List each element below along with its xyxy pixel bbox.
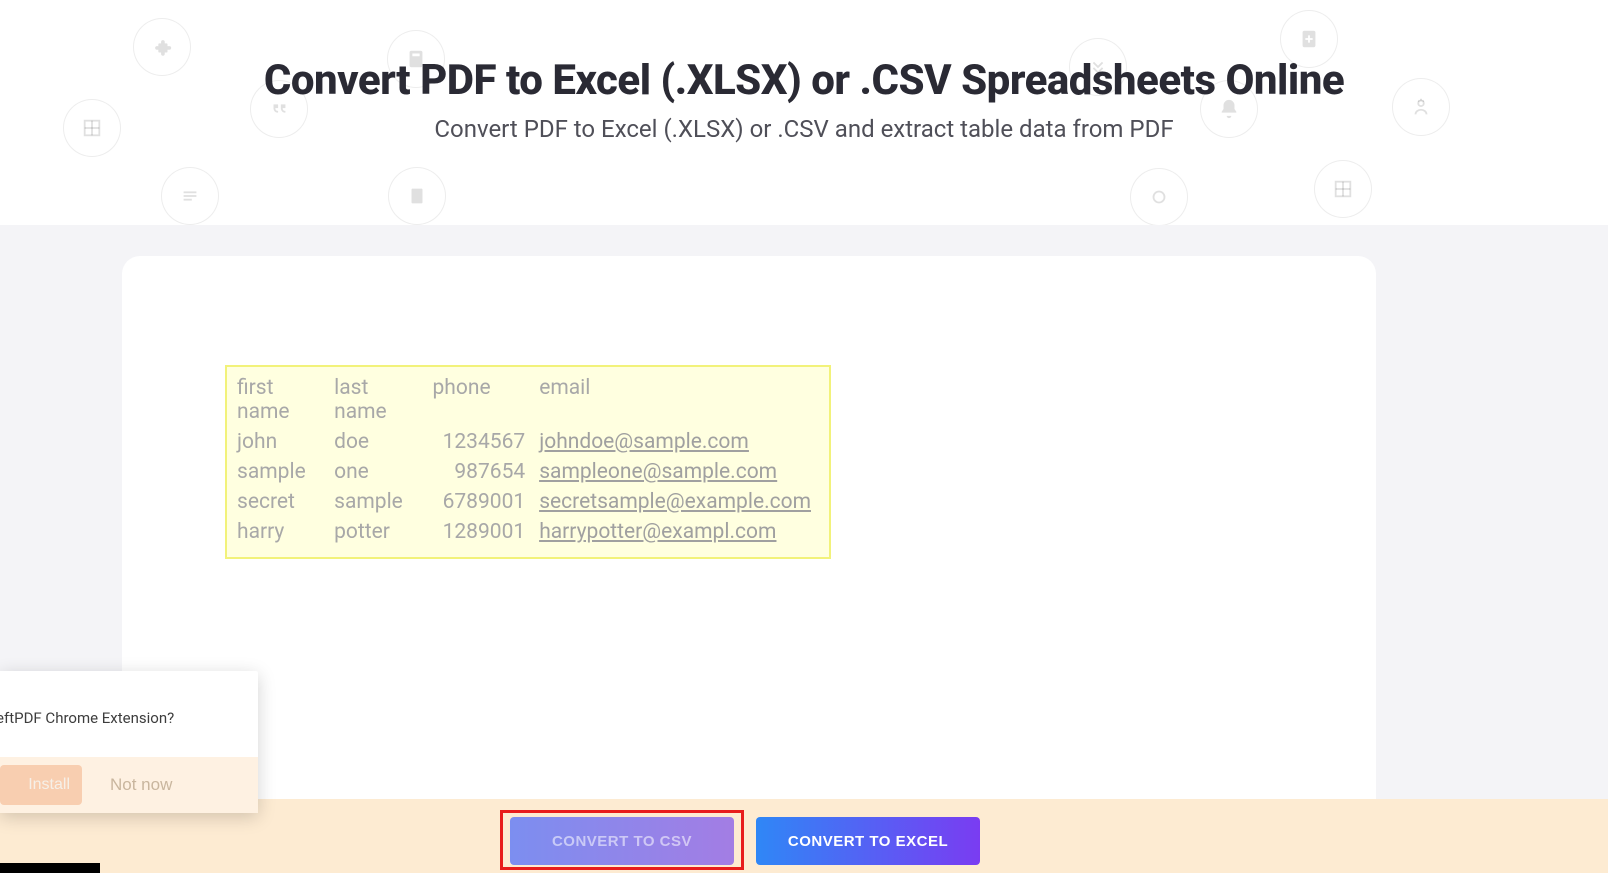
cell-last-name: one	[334, 457, 432, 487]
table-header-row: first name last name phone email	[237, 373, 819, 427]
cell-last-name: sample	[334, 487, 432, 517]
cell-first-name: sample	[237, 457, 334, 487]
cell-first-name: john	[237, 427, 334, 457]
cell-phone: 1289001	[433, 517, 540, 547]
chrome-extension-popup: Install DeftPDF Chrome Extension? Instal…	[0, 671, 258, 813]
extension-popup-buttons: Install Not now	[0, 757, 258, 813]
taskbar-fragment	[0, 863, 100, 873]
cell-first-name: harry	[237, 517, 334, 547]
grid2-icon	[1314, 160, 1372, 218]
table-row: sampleone987654sampleone@sample.com	[237, 457, 819, 487]
page-subtitle: Convert PDF to Excel (.XLSX) or .CSV and…	[0, 115, 1608, 143]
col-header-phone: phone	[433, 373, 540, 427]
cell-phone: 1234567	[433, 427, 540, 457]
table-row: secretsample6789001secretsample@example.…	[237, 487, 819, 517]
extension-not-now-button[interactable]: Not now	[110, 775, 172, 795]
table-row: harrypotter1289001harrypotter@exampl.com	[237, 517, 819, 547]
cell-phone: 987654	[433, 457, 540, 487]
col-header-first-name: first name	[237, 373, 334, 427]
cell-email: sampleone@sample.com	[539, 457, 819, 487]
extension-popup-message: Install DeftPDF Chrome Extension?	[0, 709, 174, 727]
page-title: Convert PDF to Excel (.XLSX) or .CSV Spr…	[0, 56, 1608, 105]
page-header: Convert PDF to Excel (.XLSX) or .CSV Spr…	[0, 0, 1608, 143]
cell-email: secretsample@example.com	[539, 487, 819, 517]
lines-icon	[161, 167, 219, 225]
doc-icon	[388, 167, 446, 225]
cell-email: harrypotter@exampl.com	[539, 517, 819, 547]
email-link[interactable]: secretsample@example.com	[539, 490, 811, 514]
cell-last-name: doe	[334, 427, 432, 457]
email-link[interactable]: johndoe@sample.com	[539, 430, 749, 454]
convert-to-excel-button[interactable]: CONVERT TO EXCEL	[756, 817, 980, 865]
extension-install-button[interactable]: Install	[0, 765, 82, 805]
circle-icon	[1130, 168, 1188, 226]
cell-email: johndoe@sample.com	[539, 427, 819, 457]
email-link[interactable]: sampleone@sample.com	[539, 460, 777, 484]
cell-last-name: potter	[334, 517, 432, 547]
cell-first-name: secret	[237, 487, 334, 517]
col-header-email: email	[539, 373, 819, 427]
table-row: johndoe1234567johndoe@sample.com	[237, 427, 819, 457]
extracted-table-highlight: first name last name phone email johndoe…	[225, 365, 831, 559]
extracted-table: first name last name phone email johndoe…	[237, 373, 819, 547]
convert-to-csv-button[interactable]: CONVERT TO CSV	[510, 817, 734, 865]
email-link[interactable]: harrypotter@exampl.com	[539, 520, 776, 544]
cell-phone: 6789001	[433, 487, 540, 517]
col-header-last-name: last name	[334, 373, 432, 427]
